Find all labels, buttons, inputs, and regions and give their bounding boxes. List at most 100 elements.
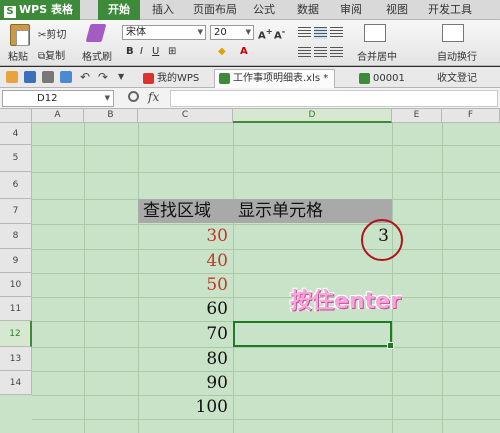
search-icon[interactable] bbox=[128, 91, 139, 102]
tab-developer[interactable]: 开发工具 bbox=[428, 0, 472, 20]
redo-icon[interactable]: ↷ bbox=[98, 71, 110, 83]
copy-button[interactable]: ⧉复制 bbox=[38, 47, 65, 62]
tab-insert[interactable]: 插入 bbox=[152, 0, 174, 20]
doc-tab-receipt-register[interactable]: 收文登记簿.xls bbox=[418, 69, 500, 101]
formula-input[interactable] bbox=[170, 90, 498, 107]
cell-c12[interactable]: 70 bbox=[138, 322, 232, 346]
doc-tab-label: 00001 bbox=[373, 73, 405, 84]
doc-tab-00001[interactable]: 00001 bbox=[354, 69, 412, 88]
gridline bbox=[32, 371, 500, 372]
column-header-f[interactable]: F bbox=[442, 109, 500, 123]
wps-home-icon bbox=[143, 73, 154, 84]
align-center-icon[interactable] bbox=[314, 47, 327, 59]
column-header-d[interactable]: D bbox=[233, 109, 392, 123]
cell-c13[interactable]: 80 bbox=[138, 347, 232, 371]
row-header-13[interactable]: 13 bbox=[0, 347, 32, 371]
doc-tab-label: 工作事项明细表.xls * bbox=[233, 73, 329, 84]
row-header-11[interactable]: 11 bbox=[0, 297, 32, 321]
format-painter-icon[interactable] bbox=[85, 24, 107, 42]
column-header-a[interactable]: A bbox=[32, 109, 84, 123]
tab-formulas[interactable]: 公式 bbox=[253, 0, 275, 20]
tab-view[interactable]: 视图 bbox=[386, 0, 408, 20]
worksheet-grid[interactable]: A B C D E F 4 5 6 7 8 9 10 11 12 13 14 查… bbox=[0, 109, 500, 433]
print-icon[interactable] bbox=[42, 71, 54, 83]
gridline bbox=[32, 297, 500, 298]
align-right-icon[interactable] bbox=[330, 47, 343, 59]
cell-c10[interactable]: 50 bbox=[138, 273, 232, 297]
align-top-icon[interactable] bbox=[298, 27, 311, 39]
name-box[interactable]: D12 ▼ bbox=[2, 90, 114, 107]
row-header-4[interactable]: 4 bbox=[0, 123, 32, 145]
underline-button[interactable]: U bbox=[152, 46, 159, 57]
gridline bbox=[32, 419, 500, 420]
print-preview-icon[interactable] bbox=[60, 71, 72, 83]
merge-center-button[interactable]: 合并居中 bbox=[357, 48, 397, 63]
chevron-down-icon: ▼ bbox=[197, 28, 203, 36]
row-header-5[interactable]: 5 bbox=[0, 145, 32, 172]
customize-chevron-icon[interactable]: ▼ bbox=[118, 71, 130, 83]
undo-icon[interactable]: ↶ bbox=[80, 71, 92, 83]
font-color-icon[interactable]: A bbox=[240, 46, 248, 57]
selected-cell-d12[interactable] bbox=[233, 321, 394, 349]
open-folder-icon[interactable] bbox=[6, 71, 18, 83]
fill-color-icon[interactable]: ◆ bbox=[218, 46, 226, 57]
row-header-7[interactable]: 7 bbox=[0, 199, 32, 224]
doc-tab-label: 我的WPS bbox=[157, 73, 200, 84]
merge-center-icon[interactable] bbox=[364, 24, 386, 42]
row-header-6[interactable]: 6 bbox=[0, 172, 32, 199]
row-header-9[interactable]: 9 bbox=[0, 249, 32, 273]
wrap-text-icon[interactable] bbox=[442, 24, 464, 42]
shrink-font-button[interactable]: A- bbox=[274, 26, 285, 41]
highlight-circle bbox=[361, 219, 403, 261]
column-header-b[interactable]: B bbox=[84, 109, 138, 123]
cell-d7[interactable]: 显示单元格 bbox=[233, 199, 392, 223]
border-icon[interactable]: ⊞ bbox=[168, 46, 176, 57]
gridline bbox=[32, 172, 500, 173]
gridline bbox=[32, 395, 500, 396]
tab-review[interactable]: 审阅 bbox=[340, 0, 362, 20]
spreadsheet-icon bbox=[359, 73, 370, 84]
tab-page-layout[interactable]: 页面布局 bbox=[193, 0, 237, 20]
select-all-corner[interactable] bbox=[0, 109, 32, 123]
cell-c9[interactable]: 40 bbox=[138, 249, 232, 273]
paste-button[interactable]: 粘贴 bbox=[8, 48, 28, 63]
align-left-icon[interactable] bbox=[298, 47, 311, 59]
column-header-c[interactable]: C bbox=[138, 109, 233, 123]
tab-data[interactable]: 数据 bbox=[297, 0, 319, 20]
italic-button[interactable]: I bbox=[140, 46, 143, 57]
save-icon[interactable] bbox=[24, 71, 36, 83]
gridline bbox=[392, 123, 393, 433]
cell-reference: D12 bbox=[37, 93, 58, 104]
gridline bbox=[32, 273, 500, 274]
cell-c7[interactable]: 查找区域 bbox=[138, 199, 233, 223]
row-header-12[interactable]: 12 bbox=[0, 321, 32, 347]
wrap-text-button[interactable]: 自动换行 bbox=[437, 48, 477, 63]
align-bottom-icon[interactable] bbox=[330, 27, 343, 39]
row-header-14[interactable]: 14 bbox=[0, 371, 32, 395]
font-name-select[interactable]: 宋体 ▼ bbox=[122, 25, 206, 40]
cut-button[interactable]: ✂剪切 bbox=[38, 26, 66, 41]
doc-tab-my-wps[interactable]: 我的WPS bbox=[138, 69, 206, 88]
cell-c8[interactable]: 30 bbox=[138, 224, 232, 248]
row-header-8[interactable]: 8 bbox=[0, 224, 32, 249]
chevron-down-icon: ▼ bbox=[104, 94, 110, 102]
paste-icon[interactable] bbox=[10, 24, 30, 46]
insert-function-button[interactable]: fx bbox=[148, 90, 159, 104]
bold-button[interactable]: B bbox=[126, 46, 134, 57]
doc-tab-work-items[interactable]: 工作事项明细表.xls * bbox=[214, 69, 336, 88]
column-header-e[interactable]: E bbox=[392, 109, 442, 123]
ribbon-tab-bar: SWPS 表格▼ 开始 插入 页面布局 公式 数据 审阅 视图 开发工具 bbox=[0, 0, 500, 35]
row-header-10[interactable]: 10 bbox=[0, 273, 32, 297]
cell-c15[interactable]: 100 bbox=[138, 395, 232, 419]
format-painter-button[interactable]: 格式刷 bbox=[82, 48, 112, 63]
align-middle-icon[interactable] bbox=[314, 27, 327, 39]
font-size-select[interactable]: 20 ▼ bbox=[210, 25, 254, 40]
app-menu-button[interactable]: SWPS 表格▼ bbox=[0, 0, 80, 35]
gridline bbox=[442, 123, 443, 433]
grow-font-button[interactable]: A+ bbox=[258, 26, 273, 41]
ribbon-toolbar: 粘贴 ✂剪切 ⧉复制 格式刷 宋体 ▼ 20 ▼ A+ A- B I U ⊞ ◆ A… bbox=[0, 20, 500, 66]
cell-c14[interactable]: 90 bbox=[138, 371, 232, 395]
tab-home[interactable]: 开始 bbox=[98, 0, 140, 20]
cell-c11[interactable]: 60 bbox=[138, 297, 232, 321]
copy-label: 复制 bbox=[45, 51, 66, 62]
